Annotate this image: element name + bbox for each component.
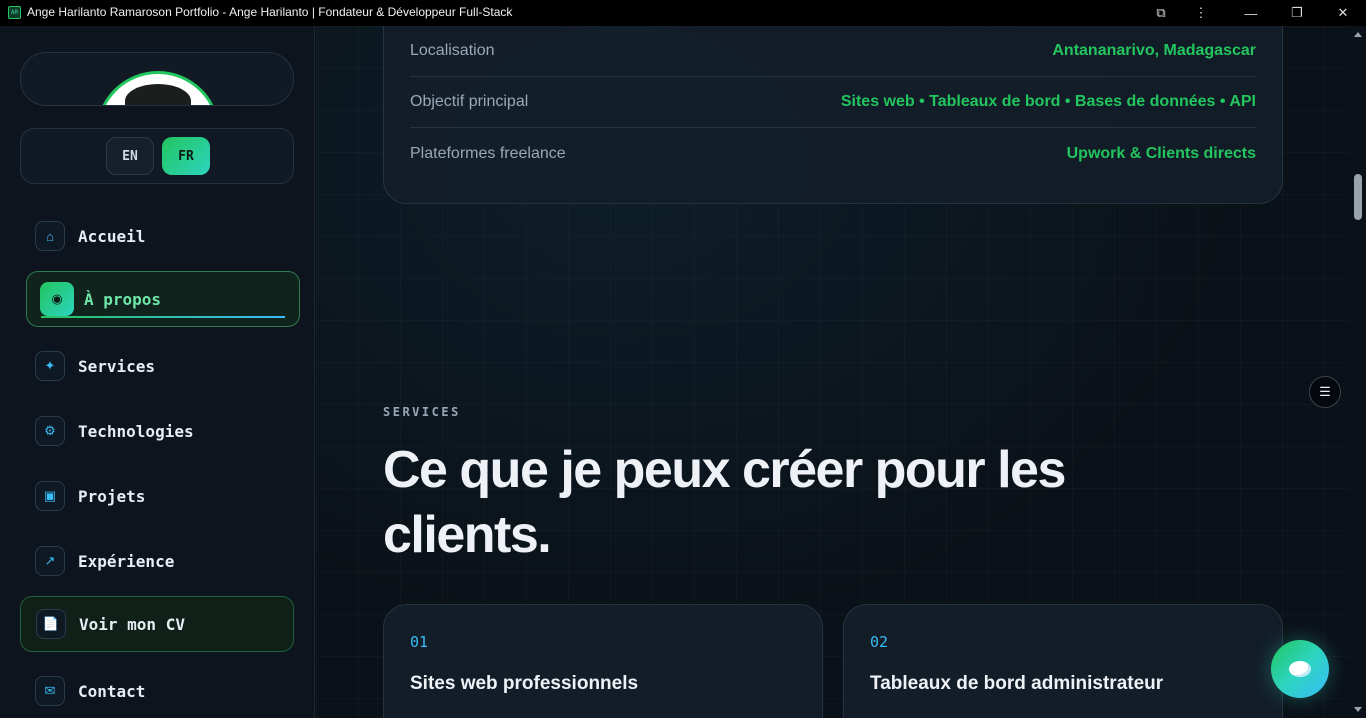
page-scrollbar[interactable] [1350, 26, 1366, 718]
site-favicon-icon: AR [8, 6, 21, 19]
maximize-button[interactable]: ❐ [1274, 0, 1320, 26]
chat-bubble-icon [1289, 661, 1311, 677]
minimize-button[interactable]: — [1228, 0, 1274, 26]
document-icon: 📄 [36, 609, 66, 639]
nav-item-services[interactable]: ✦ Services [20, 338, 294, 394]
home-icon: ⌂ [35, 221, 65, 251]
browser-menu-icon[interactable]: ⋮ [1178, 0, 1224, 26]
main-content: Localisation Antananarivo, Madagascar Ob… [316, 26, 1350, 718]
info-row-platforms: Plateformes freelance Upwork & Clients d… [410, 128, 1256, 179]
info-value: Sites web • Tableaux de bord • Bases de … [840, 93, 1256, 110]
nav-item-contact[interactable]: ✉ Contact [20, 663, 294, 718]
nav-label: Technologies [78, 421, 194, 441]
nav-item-a-propos[interactable]: ◉ À propos [26, 271, 300, 327]
scroll-up-icon[interactable] [1354, 32, 1362, 37]
sparkle-icon: ✦ [35, 351, 65, 381]
heading-line-1: Ce que je peux créer pour les [383, 441, 1066, 499]
close-window-button[interactable]: ✕ [1320, 0, 1366, 26]
info-key: Plateformes freelance [410, 144, 566, 162]
chat-button[interactable] [1271, 640, 1329, 698]
info-value: Upwork & Clients directs [1066, 144, 1256, 162]
active-underline [41, 316, 285, 318]
nav-label: Contact [78, 681, 146, 701]
view-cv-button[interactable]: 📄 Voir mon CV [20, 596, 294, 652]
nav-item-projets[interactable]: ▣ Projets [20, 468, 294, 524]
list-icon: ☰ [1319, 384, 1331, 399]
profile-card [20, 52, 294, 106]
service-number: 01 [410, 633, 429, 651]
language-switcher: EN FR [20, 128, 294, 184]
window-title: Ange Harilanto Ramaroson Portfolio - Ang… [27, 5, 513, 19]
mail-icon: ✉ [35, 676, 65, 706]
target-icon: ◉ [40, 282, 74, 316]
nav-label: Voir mon CV [79, 614, 185, 634]
info-key: Objectif principal [410, 93, 529, 110]
scrollbar-thumb[interactable] [1354, 174, 1362, 220]
service-card-1[interactable]: 01 Sites web professionnels [383, 604, 823, 718]
info-value: Antananarivo, Madagascar [1052, 42, 1256, 59]
window-title-bar: AR Ange Harilanto Ramaroson Portfolio - … [0, 0, 1366, 26]
nav-item-accueil[interactable]: ⌂ Accueil [20, 208, 294, 264]
nav-label: Accueil [78, 226, 146, 246]
heading-line-2: clients. [383, 506, 552, 564]
project-icon: ▣ [35, 481, 65, 511]
avatar-photo [125, 84, 191, 105]
language-en-button[interactable]: EN [106, 137, 154, 175]
nav-label: À propos [84, 289, 162, 309]
nav-item-technologies[interactable]: ⚙ Technologies [20, 403, 294, 459]
nav-label: Services [78, 356, 156, 376]
service-title: Tableaux de bord administrateur [870, 673, 1164, 694]
nav-item-experience[interactable]: ↗ Expérience [20, 533, 294, 589]
language-fr-button[interactable]: FR [162, 137, 210, 175]
section-heading: Ce que je peux créer pour les clients. [383, 438, 1143, 568]
table-of-contents-button[interactable]: ☰ [1309, 376, 1341, 408]
info-card: Localisation Antananarivo, Madagascar Ob… [383, 26, 1283, 204]
info-row-objective: Objectif principal Sites web • Tableaux … [410, 77, 1256, 128]
section-eyebrow: SERVICES [383, 405, 461, 419]
gear-icon: ⚙ [35, 416, 65, 446]
scroll-down-icon[interactable] [1354, 707, 1362, 712]
info-key: Localisation [410, 42, 495, 59]
nav-label: Projets [78, 486, 146, 506]
nav-label: Expérience [78, 551, 175, 571]
trend-arrow-icon: ↗ [35, 546, 65, 576]
info-row-location: Localisation Antananarivo, Madagascar [410, 26, 1256, 77]
sidebar: EN FR ⌂ Accueil ◉ À propos ✦ Services ⚙ … [0, 26, 315, 718]
service-title: Sites web professionnels [410, 673, 639, 694]
service-card-2[interactable]: 02 Tableaux de bord administrateur [843, 604, 1283, 718]
service-number: 02 [870, 633, 889, 651]
avatar [96, 71, 220, 105]
